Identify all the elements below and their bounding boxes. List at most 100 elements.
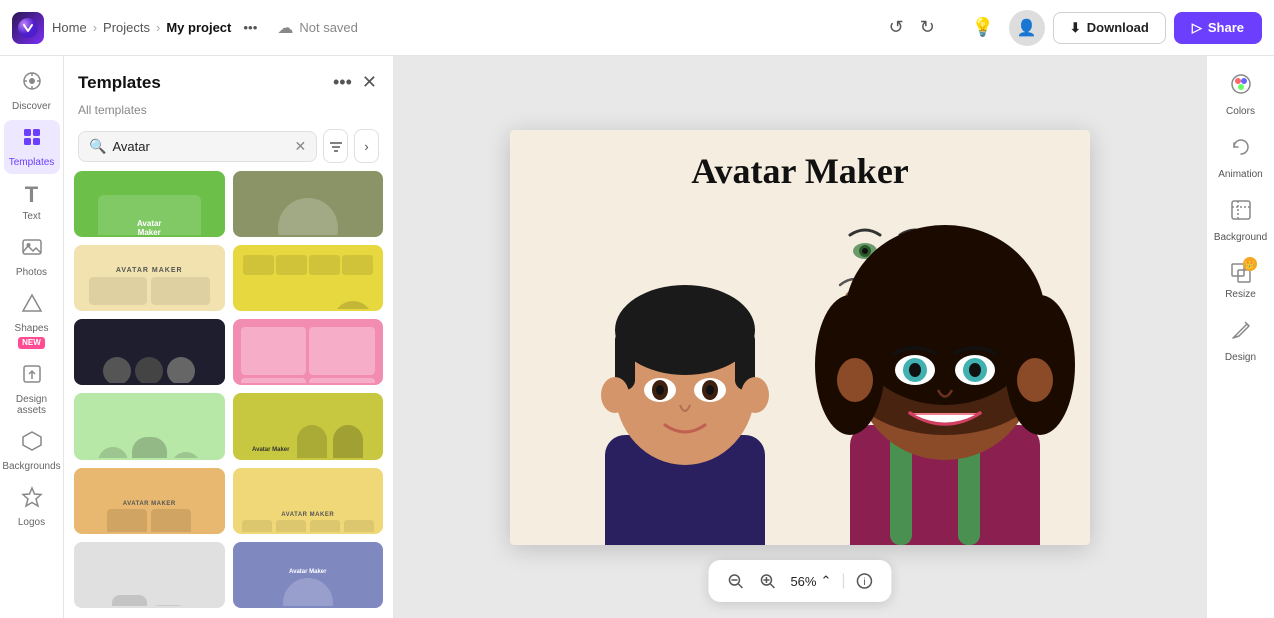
right-item-design[interactable]: Design <box>1211 310 1271 371</box>
undo-button[interactable]: ↺ <box>883 11 910 44</box>
share-button[interactable]: ▷ Share <box>1174 12 1262 44</box>
template-card-9[interactable]: AVATAR MAKER <box>74 468 225 534</box>
panel-more-button[interactable]: ••• <box>331 70 354 95</box>
template-card-3[interactable]: AVATAR MAKER <box>74 245 225 311</box>
zoom-out-button[interactable] <box>720 566 750 596</box>
search-icon: 🔍 <box>89 138 106 155</box>
profile-button[interactable]: 👤 <box>1009 10 1045 46</box>
design-assets-icon <box>21 363 43 391</box>
sidebar-label-logos: Logos <box>18 517 45 528</box>
panel-close-button[interactable]: ✕ <box>360 70 379 95</box>
sidebar-item-shapes[interactable]: Shapes NEW <box>4 286 60 355</box>
logos-icon <box>21 486 43 514</box>
sidebar-item-discover[interactable]: Discover <box>4 64 60 118</box>
sidebar-item-photos[interactable]: Photos <box>4 230 60 284</box>
undo-redo-group: ↺ ↻ <box>883 11 941 44</box>
template-card-11[interactable] <box>74 542 225 608</box>
breadcrumb-home[interactable]: Home <box>52 20 87 35</box>
background-icon <box>1229 198 1253 228</box>
more-options-button[interactable]: ••• <box>239 18 261 37</box>
search-row: 🔍 ✕ › <box>64 125 393 171</box>
right-item-animation[interactable]: Animation <box>1211 127 1271 188</box>
text-icon: T <box>25 182 38 208</box>
zoom-separator: | <box>841 572 845 590</box>
download-icon: ⬇ <box>1070 20 1081 36</box>
redo-button[interactable]: ↻ <box>914 11 941 44</box>
save-status: ☁ Not saved <box>277 18 358 38</box>
sidebar-label-discover: Discover <box>12 101 51 112</box>
colors-icon <box>1229 72 1253 102</box>
templates-panel: Templates ••• ✕ All templates 🔍 ✕ › <box>64 56 394 618</box>
search-box: 🔍 ✕ <box>78 131 317 162</box>
search-clear-button[interactable]: ✕ <box>294 138 306 155</box>
topbar-actions: 💡 👤 ⬇ Download ▷ Share <box>965 10 1262 46</box>
panel-title: Templates <box>78 73 161 93</box>
animation-icon <box>1229 135 1253 165</box>
avatar-scene <box>510 185 1090 545</box>
right-sidebar: Colors Animation Background 👑 Resize <box>1206 56 1274 618</box>
breadcrumb-sep2: › <box>156 20 160 35</box>
crown-icon: 👑 <box>1243 257 1257 271</box>
info-button[interactable]: i <box>850 566 880 596</box>
topbar: Home › Projects › My project ••• ☁ Not s… <box>0 0 1274 56</box>
sidebar-item-design-assets[interactable]: Design assets <box>4 357 60 422</box>
panel-header: Templates ••• ✕ <box>64 56 393 103</box>
right-item-colors[interactable]: Colors <box>1211 64 1271 125</box>
design-icon <box>1229 318 1253 348</box>
resize-label: Resize <box>1225 289 1256 300</box>
main-layout: Discover Templates T Text Photos Shapes … <box>0 56 1274 618</box>
breadcrumb-current: My project <box>166 20 231 35</box>
shapes-icon <box>21 292 43 320</box>
sidebar-label-backgrounds: Backgrounds <box>2 461 60 472</box>
svg-text:i: i <box>863 577 865 588</box>
sidebar-label-shapes: Shapes <box>15 323 49 334</box>
filter-button[interactable] <box>323 129 348 163</box>
template-card-6[interactable] <box>233 319 384 385</box>
right-item-background[interactable]: Background <box>1211 190 1271 251</box>
zoom-in-button[interactable] <box>752 566 782 596</box>
share-label: Share <box>1208 20 1244 35</box>
backgrounds-icon <box>21 430 43 458</box>
template-grid: AvatarMaker Avatar Maker AVATAR MAKER <box>64 171 393 618</box>
sidebar-label-text: Text <box>22 211 40 222</box>
shapes-new-badge: NEW <box>18 337 45 349</box>
sidebar-item-text[interactable]: T Text <box>4 176 60 228</box>
left-sidebar: Discover Templates T Text Photos Shapes … <box>0 56 64 618</box>
template-card-2[interactable] <box>233 171 384 237</box>
app-logo <box>12 12 44 44</box>
idea-button[interactable]: 💡 <box>965 10 1001 46</box>
sidebar-item-logos[interactable]: Logos <box>4 480 60 534</box>
panel-subtitle: All templates <box>64 103 393 125</box>
download-label: Download <box>1087 20 1149 35</box>
background-label: Background <box>1214 232 1267 243</box>
zoom-chevron-icon: ⌃ <box>820 573 831 589</box>
breadcrumb-sep1: › <box>93 20 97 35</box>
animation-label: Animation <box>1218 169 1262 180</box>
design-label: Design <box>1225 352 1256 363</box>
template-card-12[interactable]: Avatar Maker <box>233 542 384 608</box>
template-card-8[interactable]: Avatar Maker <box>233 393 384 459</box>
template-card-7[interactable] <box>74 393 225 459</box>
sidebar-label-photos: Photos <box>16 267 47 278</box>
template-card-4[interactable]: Avatar Maker <box>233 245 384 311</box>
template-card-10[interactable]: AVATAR MAKER <box>233 468 384 534</box>
colors-label: Colors <box>1226 106 1255 117</box>
sidebar-item-backgrounds[interactable]: Backgrounds <box>4 424 60 478</box>
download-button[interactable]: ⬇ Download <box>1053 12 1166 44</box>
template-card-1[interactable]: AvatarMaker Avatar Maker <box>74 171 225 237</box>
sidebar-item-templates[interactable]: Templates <box>4 120 60 174</box>
zoom-level: 56% ⌃ <box>784 573 837 589</box>
zoom-bar: 56% ⌃ | i <box>708 560 891 602</box>
cloud-icon: ☁ <box>277 18 293 38</box>
breadcrumb-projects[interactable]: Projects <box>103 20 150 35</box>
resize-icon-wrap: 👑 <box>1229 261 1253 285</box>
search-input[interactable] <box>112 139 288 154</box>
expand-button[interactable]: › <box>354 129 379 163</box>
canvas-area: Avatar Maker <box>394 56 1206 618</box>
discover-icon <box>21 70 43 98</box>
right-item-resize[interactable]: 👑 Resize <box>1211 253 1271 308</box>
template-card-5[interactable]: Avatar Maker <box>74 319 225 385</box>
sidebar-label-templates: Templates <box>9 157 55 168</box>
photos-icon <box>21 236 43 264</box>
zoom-value: 56% <box>790 574 816 589</box>
